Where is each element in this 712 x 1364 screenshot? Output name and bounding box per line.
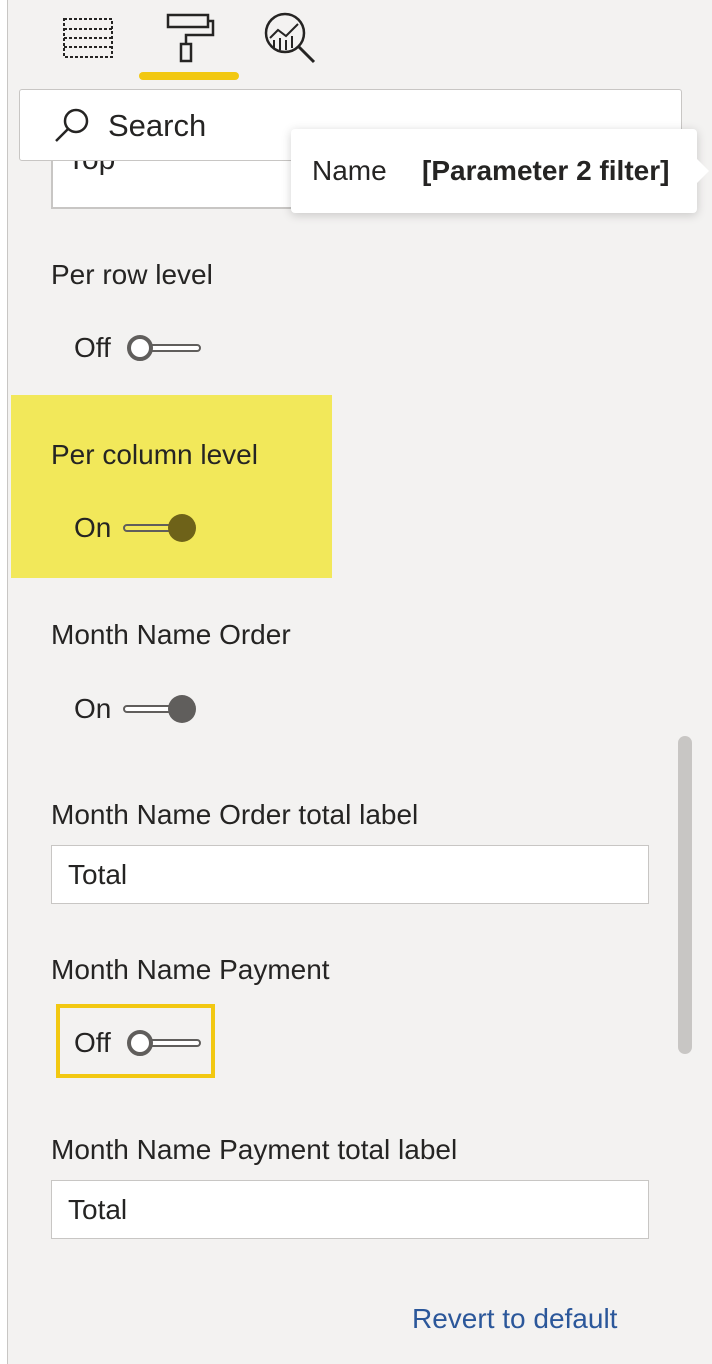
month-name-order-total-label-field[interactable] [51, 845, 649, 904]
month-name-payment-toggle[interactable]: Off [74, 1023, 214, 1063]
per-column-level-highlight [11, 395, 332, 578]
analytics-magnifier-icon[interactable] [262, 10, 318, 66]
position-dropdown[interactable]: Top [51, 161, 311, 209]
toggle-off-icon [127, 1030, 201, 1056]
per-row-level-label: Per row level [51, 259, 213, 290]
month-name-payment-label: Month Name Payment [51, 954, 330, 985]
search-icon [52, 106, 92, 146]
per-column-level-state: On [74, 512, 112, 543]
per-column-level-label: Per column level [51, 439, 258, 470]
per-row-level-toggle[interactable]: Off [74, 328, 214, 368]
revert-to-default-link[interactable]: Revert to default [412, 1303, 617, 1335]
toggle-on-icon [123, 695, 196, 723]
format-paint-roller-icon[interactable] [161, 10, 217, 66]
month-name-order-total-label-label: Month Name Order total label [51, 799, 419, 830]
position-dropdown-value: Top [67, 161, 115, 177]
toggle-off-icon [127, 335, 201, 361]
per-row-level-state: Off [74, 332, 111, 363]
toggle-on-icon [123, 514, 196, 542]
month-name-payment-state: Off [74, 1027, 111, 1058]
month-name-payment-total-label-field[interactable] [51, 1180, 649, 1239]
scrollbar-thumb[interactable] [678, 736, 692, 1054]
fields-icon[interactable] [60, 10, 116, 66]
month-name-order-label: Month Name Order [51, 619, 291, 650]
tooltip: Name [Parameter 2 filter] [291, 129, 709, 213]
month-name-order-total-label-input[interactable] [68, 854, 628, 896]
per-column-level-toggle[interactable]: On [74, 508, 214, 548]
tooltip-key: Name [312, 155, 387, 186]
tooltip-caret [697, 159, 709, 183]
month-name-payment-total-label-label: Month Name Payment total label [51, 1134, 458, 1165]
tooltip-value: [Parameter 2 filter] [422, 155, 670, 186]
month-name-order-toggle[interactable]: On [74, 689, 214, 729]
month-name-order-state: On [74, 693, 112, 724]
month-name-payment-total-label-input[interactable] [68, 1189, 628, 1231]
active-tab-indicator [139, 72, 239, 80]
